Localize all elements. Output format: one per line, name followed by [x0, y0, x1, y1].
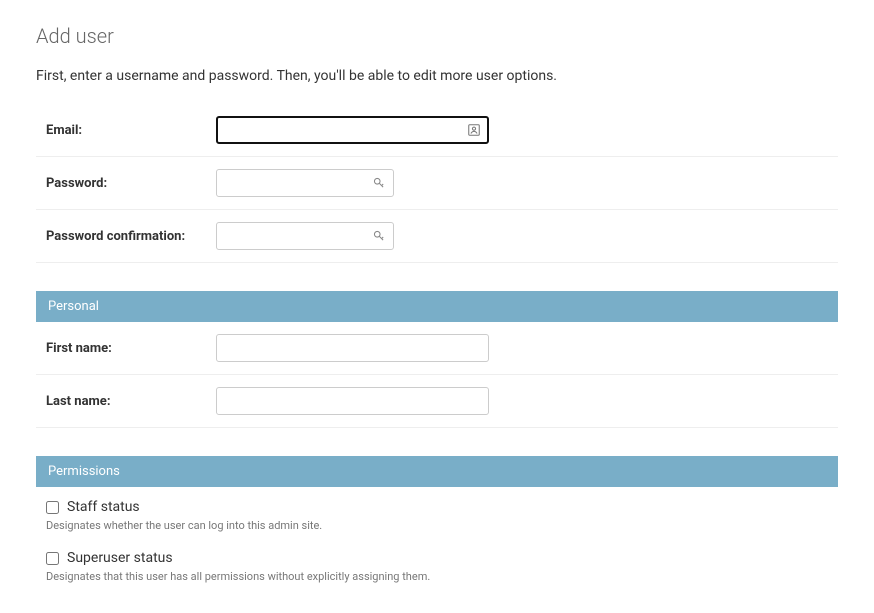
last-name-field[interactable]: [216, 387, 489, 415]
password-label: Password:: [46, 176, 216, 191]
superuser-status-label: Superuser status: [67, 550, 173, 566]
password-row: Password:: [36, 157, 838, 210]
last-name-label: Last name:: [46, 394, 216, 409]
password-confirm-row: Password confirmation:: [36, 210, 838, 263]
email-row: Email:: [36, 104, 838, 157]
password-confirm-field[interactable]: [216, 222, 394, 250]
staff-status-checkbox[interactable]: [46, 501, 59, 514]
superuser-status-checkbox[interactable]: [46, 552, 59, 565]
staff-status-label: Staff status: [67, 499, 140, 515]
email-field[interactable]: [216, 116, 489, 144]
first-name-field[interactable]: [216, 334, 489, 362]
last-name-row: Last name:: [36, 375, 838, 428]
section-header-personal: Personal: [36, 291, 838, 322]
password-field[interactable]: [216, 169, 394, 197]
password-confirm-label: Password confirmation:: [46, 229, 216, 244]
first-name-label: First name:: [46, 341, 216, 356]
staff-status-row: Staff status Designates whether the user…: [36, 487, 838, 538]
intro-text: First, enter a username and password. Th…: [36, 68, 838, 84]
staff-status-help: Designates whether the user can log into…: [46, 519, 828, 532]
page-title: Add user: [36, 24, 838, 48]
section-header-permissions: Permissions: [36, 456, 838, 487]
superuser-status-row: Superuser status Designates that this us…: [36, 538, 838, 589]
first-name-row: First name:: [36, 322, 838, 375]
superuser-status-help: Designates that this user has all permis…: [46, 570, 828, 583]
email-label: Email:: [46, 123, 216, 138]
